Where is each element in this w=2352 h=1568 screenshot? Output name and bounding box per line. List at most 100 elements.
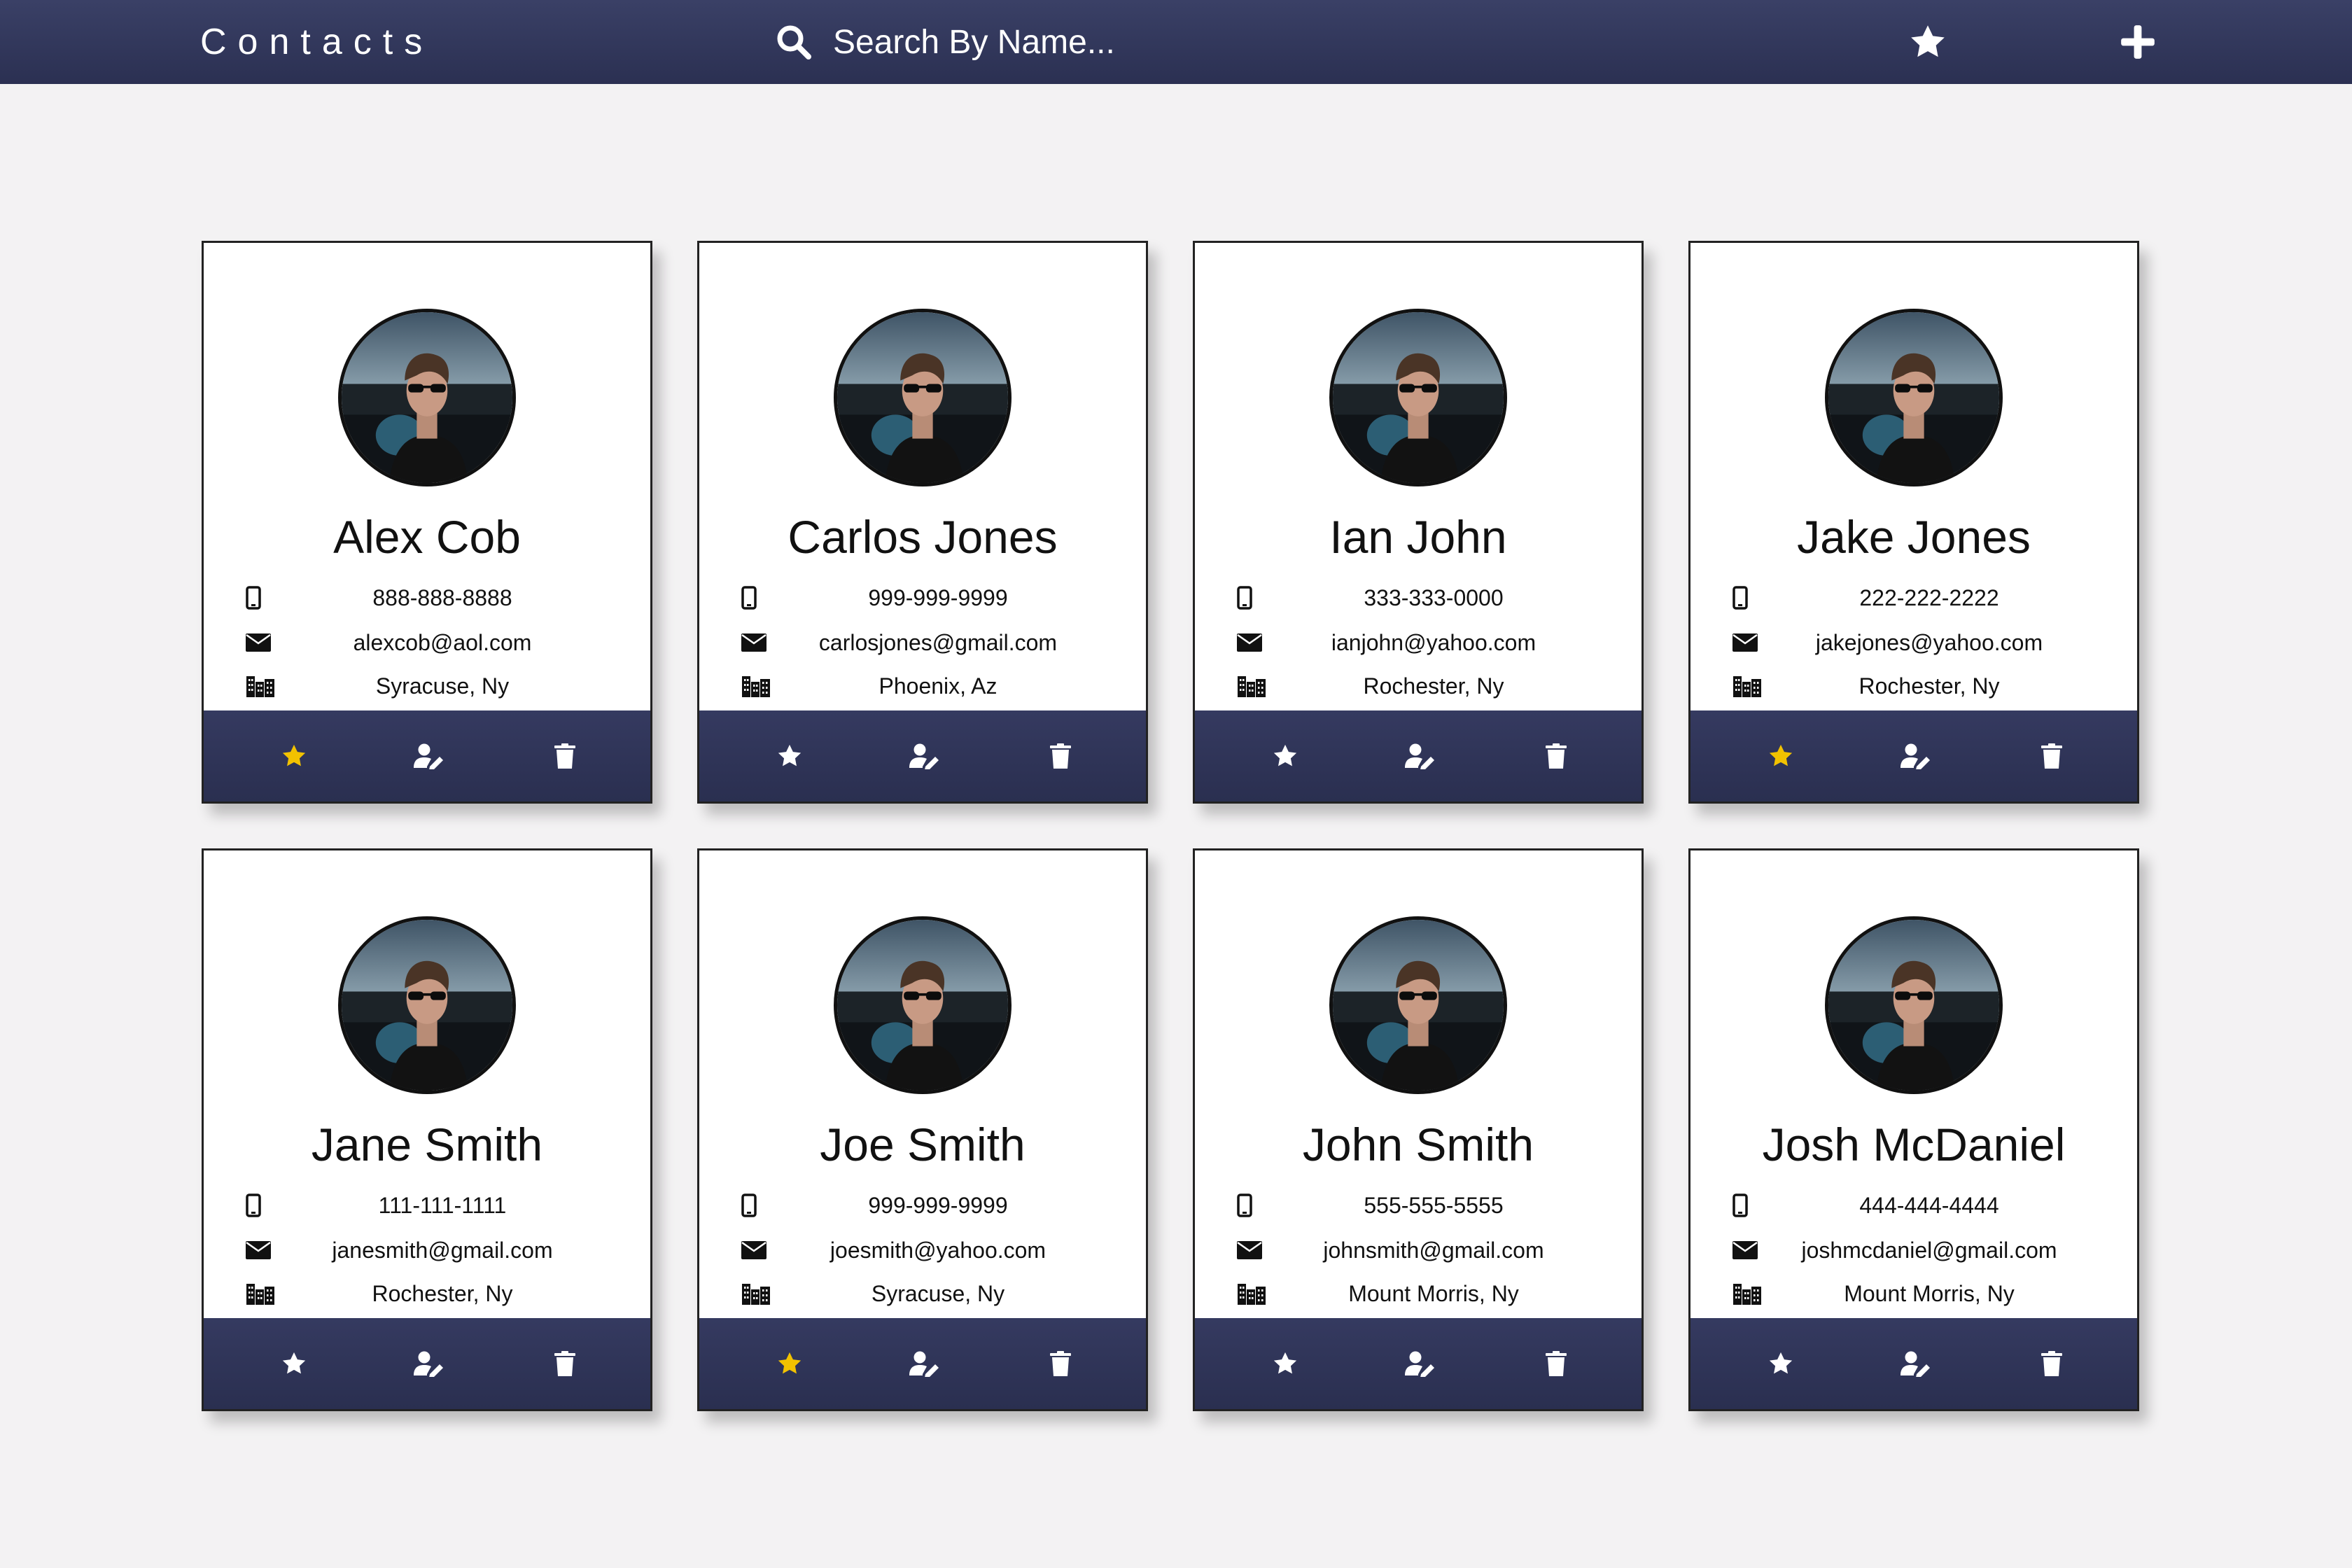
contact-email: ianjohn@yahoo.com (1331, 629, 1536, 655)
location-row: Rochester, Ny (1732, 668, 2109, 704)
contact-name: Josh McDaniel (1762, 1119, 2066, 1170)
favorite-button[interactable] (1764, 1347, 1798, 1380)
envelope-icon (741, 629, 772, 657)
favorite-button[interactable] (1268, 739, 1302, 773)
edit-contact-button[interactable] (1899, 739, 1933, 773)
edit-contact-button[interactable] (1404, 739, 1437, 773)
delete-contact-button[interactable] (2035, 1347, 2068, 1380)
contact-name: Ian John (1329, 511, 1507, 563)
avatar (1825, 916, 2003, 1094)
user-edit-icon (414, 743, 443, 769)
user-edit-icon (414, 1351, 443, 1377)
favorite-button[interactable] (773, 739, 806, 773)
contact-name: Carlos Jones (788, 511, 1058, 563)
phone-row: 444-444-4444 (1732, 1188, 2109, 1223)
envelope-icon (246, 1236, 276, 1264)
contact-email: alexcob@aol.com (353, 629, 532, 655)
search-input[interactable] (833, 17, 1406, 67)
location-row: Mount Morris, Ny (1732, 1276, 2109, 1311)
contact-email: carlosjones@gmail.com (818, 629, 1058, 655)
contact-card: Jake Jones 222-222-2222 jakejones@yahoo.… (1688, 241, 2139, 804)
add-contact-button[interactable] (2115, 20, 2160, 64)
card-actions (1690, 1318, 2137, 1409)
favorite-button[interactable] (277, 739, 311, 773)
favorite-button[interactable] (1268, 1347, 1302, 1380)
edit-contact-button[interactable] (1899, 1347, 1933, 1380)
edit-contact-button[interactable] (412, 1347, 446, 1380)
edit-contact-button[interactable] (908, 739, 941, 773)
star-icon (778, 1352, 802, 1374)
delete-contact-button[interactable] (2035, 739, 2068, 773)
delete-contact-button[interactable] (1044, 1347, 1077, 1380)
search-icon[interactable] (776, 24, 812, 60)
location-row: Syracuse, Ny (741, 1276, 1118, 1311)
phone-row: 555-555-5555 (1237, 1188, 1614, 1223)
card-actions (204, 710, 650, 802)
mobile-phone-icon (1237, 584, 1268, 612)
delete-contact-button[interactable] (548, 739, 582, 773)
edit-contact-button[interactable] (908, 1347, 941, 1380)
contact-location: Rochester, Ny (1363, 673, 1504, 699)
user-edit-icon (1900, 743, 1930, 769)
favorites-filter-button[interactable] (1905, 20, 1950, 64)
delete-contact-button[interactable] (1539, 739, 1573, 773)
trash-icon (2041, 743, 2062, 769)
favorite-button[interactable] (277, 1347, 311, 1380)
avatar (338, 916, 516, 1094)
city-buildings-icon (1732, 672, 1763, 700)
city-buildings-icon (741, 672, 772, 700)
avatar-photo (837, 312, 1008, 483)
mobile-phone-icon (246, 584, 276, 612)
delete-contact-button[interactable] (1539, 1347, 1573, 1380)
contact-email: jakejones@yahoo.com (1815, 629, 2043, 655)
star-icon (1273, 1352, 1297, 1374)
trash-icon (1050, 743, 1071, 769)
avatar (1329, 309, 1507, 486)
envelope-icon (1732, 1236, 1763, 1264)
user-edit-icon (909, 1351, 939, 1377)
mobile-phone-icon (741, 1191, 772, 1219)
contacts-grid: Alex Cob 888-888-8888 alexcob@aol.com Sy… (202, 241, 2139, 1411)
avatar-photo (1333, 920, 1504, 1091)
email-row: ianjohn@yahoo.com (1237, 625, 1614, 660)
delete-contact-button[interactable] (1044, 739, 1077, 773)
edit-contact-button[interactable] (412, 739, 446, 773)
edit-contact-button[interactable] (1404, 1347, 1437, 1380)
delete-contact-button[interactable] (548, 1347, 582, 1380)
star-icon (1911, 25, 1945, 57)
contact-phone: 333-333-0000 (1364, 584, 1504, 610)
contact-email: johnsmith@gmail.com (1323, 1237, 1544, 1263)
avatar (834, 309, 1011, 486)
location-row: Mount Morris, Ny (1237, 1276, 1614, 1311)
envelope-icon (1237, 1236, 1268, 1264)
phone-row: 111-111-1111 (246, 1188, 622, 1223)
phone-row: 999-999-9999 (741, 580, 1118, 615)
contact-phone: 555-555-5555 (1364, 1192, 1504, 1218)
user-edit-icon (1405, 743, 1434, 769)
phone-row: 333-333-0000 (1237, 580, 1614, 615)
search-bar[interactable] (776, 17, 1406, 67)
city-buildings-icon (1237, 1280, 1268, 1308)
contact-card: Alex Cob 888-888-8888 alexcob@aol.com Sy… (202, 241, 652, 804)
star-icon (282, 744, 306, 766)
contact-card: Joe Smith 999-999-9999 joesmith@yahoo.co… (697, 848, 1148, 1411)
contact-email: joshmcdaniel@gmail.com (1801, 1237, 2057, 1263)
favorite-button[interactable] (1764, 739, 1798, 773)
contact-location: Syracuse, Ny (871, 1280, 1005, 1306)
card-actions (699, 1318, 1146, 1409)
favorite-button[interactable] (773, 1347, 806, 1380)
location-row: Rochester, Ny (246, 1276, 622, 1311)
avatar-photo (342, 920, 512, 1091)
avatar-photo (1333, 312, 1504, 483)
trash-icon (554, 1351, 575, 1376)
user-edit-icon (1405, 1351, 1434, 1377)
star-icon (282, 1352, 306, 1374)
contact-name: Alex Cob (333, 511, 521, 563)
envelope-icon (1237, 629, 1268, 657)
phone-row: 888-888-8888 (246, 580, 622, 615)
trash-icon (1050, 1351, 1071, 1376)
contact-location: Rochester, Ny (372, 1280, 513, 1306)
star-icon (1769, 1352, 1793, 1374)
avatar-photo (837, 920, 1008, 1091)
card-actions (204, 1318, 650, 1409)
